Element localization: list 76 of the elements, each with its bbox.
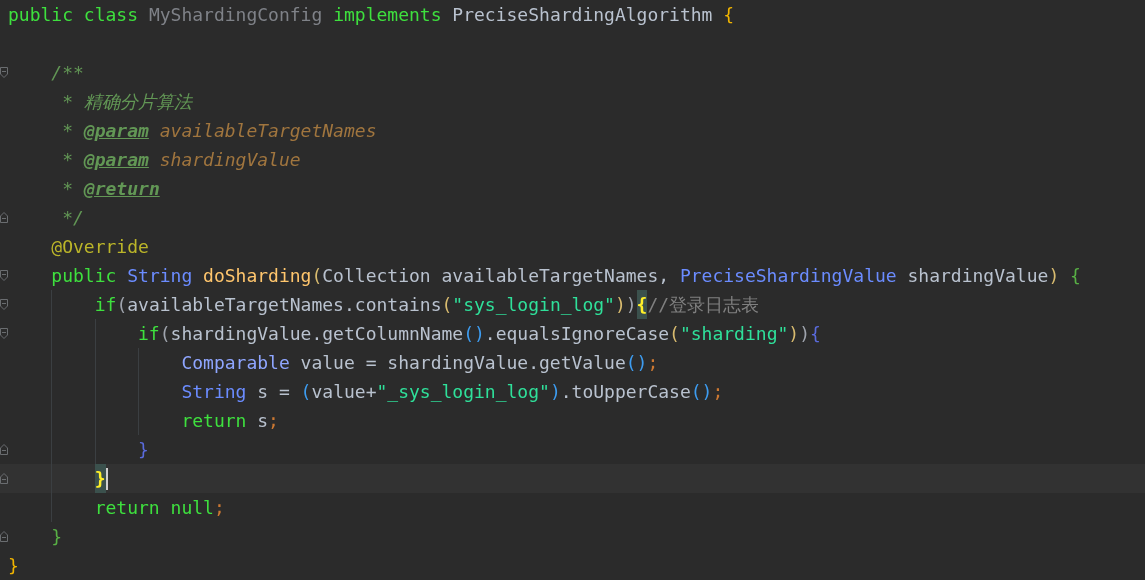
code-token: ) [614,293,626,317]
code-token: String [127,264,194,288]
text-cursor [105,467,108,490]
code-token: @param [83,148,149,172]
code-token: } [94,464,106,493]
code-token: MyShardingConfig [148,3,324,27]
fold-marker-icon[interactable] [0,299,8,310]
code-token: { [1069,264,1081,288]
code-token: } [138,438,149,462]
code-token: ( [116,293,128,317]
code-token: ( [441,293,453,317]
code-token: "_sys_login_log" [376,380,550,404]
code-token: if [94,293,117,317]
code-token: @param [83,119,149,143]
fold-marker-icon[interactable] [0,473,8,484]
code-token: value = shardingValue.getValue [300,351,626,375]
code-token: shardingValue [907,264,1049,288]
code-token: * [61,148,75,172]
code-token: ) [1048,264,1060,288]
code-token: @Override [51,235,149,259]
code-token: ) [788,322,800,346]
code-token: public [51,264,118,288]
code-token: { [810,322,821,346]
fold-marker-icon[interactable] [0,444,8,455]
code-token: "sys_login_log" [452,293,615,317]
fold-marker-icon[interactable] [0,67,8,78]
fold-marker-icon[interactable] [0,212,8,223]
code-token: PreciseShardingValue [679,264,898,288]
code-token: if [138,322,160,346]
code-token: public class [8,3,140,27]
code-token: Collection availableTargetNames, [322,264,671,288]
code-token: availableTargetNames [158,119,377,143]
code-token: * 精确分片算法 [61,90,192,114]
fold-marker-icon[interactable] [0,270,8,281]
code-token: ; [213,496,225,520]
code-token: doSharding [203,264,312,288]
code-token: ( [300,380,312,404]
code-token: { [723,3,735,27]
fold-marker-icon[interactable] [0,328,8,339]
code-token: ( [159,322,171,346]
code-token: /** [51,61,84,85]
code-token: Comparable [181,351,291,375]
code-token: shardingValue.getColumnName [170,322,464,346]
fold-marker-icon[interactable] [0,531,8,542]
code-token: return [181,409,248,433]
code-token: ) [625,293,637,317]
code-token: * [61,119,75,143]
code-token: s [257,409,269,433]
code-token: ; [712,380,724,404]
code-token: () [625,351,648,375]
code-token: s = [257,380,291,404]
code-token: ( [311,264,323,288]
code-token: ; [268,409,279,433]
code-token: "sharding" [679,322,789,346]
code-token: } [51,525,63,549]
code-token: .toUpperCase [560,380,691,404]
code-token: value+ [311,380,377,404]
code-token: */ [61,206,84,230]
code-token: ) [549,380,561,404]
code-token: shardingValue [158,148,301,172]
code-token: String [181,380,248,404]
code-token: } [8,554,19,578]
code-token: { [636,290,648,319]
code-token: ) [799,322,810,346]
code-token: () [690,380,713,404]
code-token: //登录日志表 [647,293,760,317]
code-token: availableTargetNames.contains [127,293,442,317]
code-token: .equalsIgnoreCase [484,322,670,346]
code-token: * [61,177,75,201]
code-token: ; [647,351,659,375]
code-token: return null [94,496,214,520]
code-token: ( [669,322,680,346]
code-token: implements [333,3,443,27]
code-token: () [463,322,485,346]
code-token: @return [83,177,160,201]
code-token: PreciseShardingAlgorithm [452,3,714,27]
